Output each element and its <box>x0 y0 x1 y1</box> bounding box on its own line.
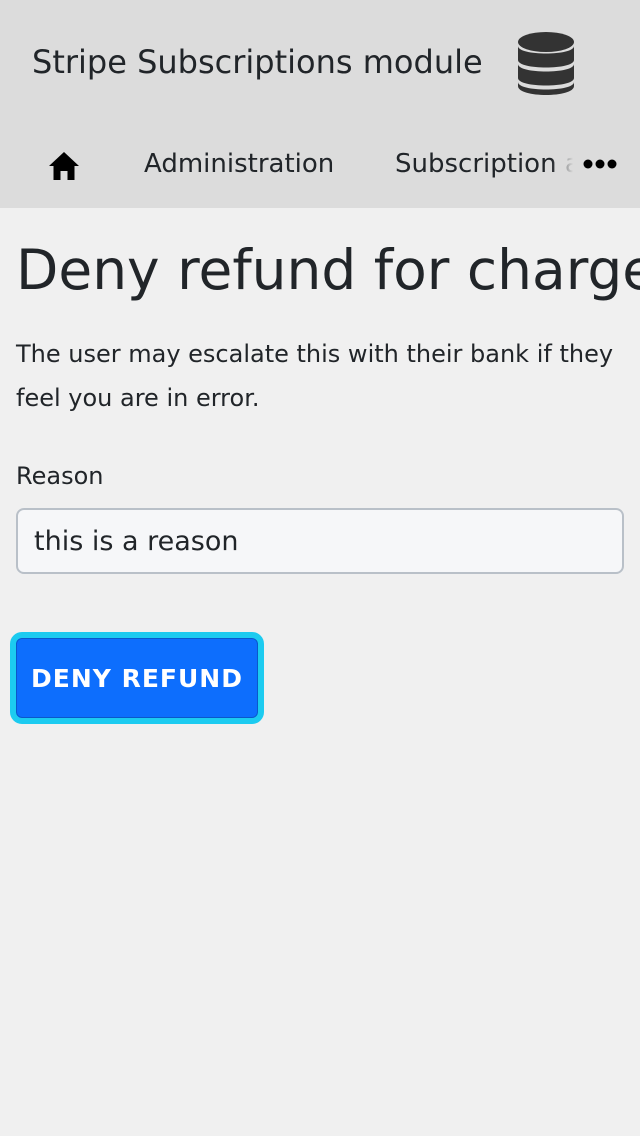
main-nav: Administration Subscription and <box>0 128 640 200</box>
nav-home-link[interactable] <box>44 146 84 186</box>
page-title: Deny refund for charge <box>16 238 640 302</box>
database-icon <box>518 32 574 95</box>
nav-item-administration[interactable]: Administration <box>144 142 334 186</box>
app-title: Stripe Subscriptions module <box>32 43 483 81</box>
home-icon <box>49 152 79 180</box>
page-description: The user may escalate this with their ba… <box>16 340 614 412</box>
app-header: Stripe Subscriptions module Administrati… <box>0 0 640 208</box>
nav-item-subscription[interactable]: Subscription and <box>395 142 573 186</box>
more-horizontal-icon[interactable] <box>580 152 620 176</box>
reason-input[interactable] <box>16 508 624 574</box>
deny-refund-button[interactable]: DENY REFUND <box>10 632 264 724</box>
reason-label: Reason <box>16 462 104 490</box>
